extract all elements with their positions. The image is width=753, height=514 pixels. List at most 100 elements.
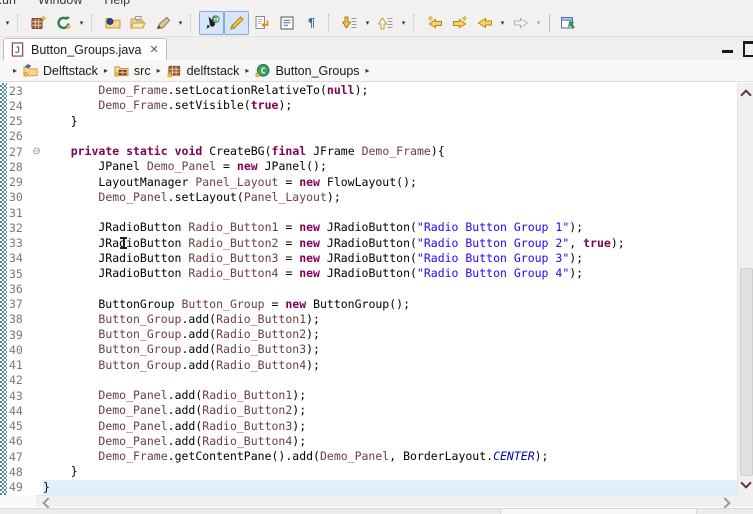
toggle-mark-occurrences-button[interactable]: [224, 11, 249, 35]
toggle-block-selection-button[interactable]: [199, 11, 224, 35]
minimize-view-icon[interactable]: [722, 41, 733, 53]
quick-diff-strip: [0, 83, 7, 495]
code-line[interactable]: Demo_Frame.getContentPane().add(Demo_Pan…: [43, 449, 737, 464]
breadcrumb-arrow-icon[interactable]: ▸: [245, 66, 249, 75]
code-row: 41 Button_Group.add(Radio_Button4);: [7, 358, 737, 373]
code-row: 25 }: [7, 114, 737, 129]
menu-window[interactable]: Window: [38, 0, 82, 7]
code-line[interactable]: Button_Group.add(Radio_Button3);: [43, 342, 737, 357]
code-line[interactable]: private static void CreateBG(final JFram…: [43, 144, 737, 159]
code-line[interactable]: JRadioButton Radio_Button3 = new JRadioB…: [43, 251, 737, 266]
last-edit-location-button[interactable]: [249, 11, 274, 35]
breadcrumb: ▸ Delftstack ▸ src ▸ delftstack ▸ C Button_Group…: [0, 60, 753, 82]
code-line[interactable]: JPanel Demo_Panel = new JPanel();: [43, 159, 737, 174]
code-line[interactable]: ButtonGroup Button_Group = new ButtonGro…: [43, 297, 737, 312]
code-row: 36: [7, 281, 737, 296]
toolbar-separator: [328, 14, 334, 32]
line-number: 33: [9, 236, 23, 251]
close-icon[interactable]: ✕: [150, 43, 159, 56]
code-line[interactable]: Demo_Panel.add(Radio_Button1);: [43, 388, 737, 403]
code-line[interactable]: }: [43, 464, 737, 479]
overflow-dropdown-icon[interactable]: ▾: [2, 12, 13, 34]
code-line[interactable]: JRadioButton Radio_Button1 = new JRadioB…: [43, 220, 737, 235]
code-row: 30 Demo_Panel.setLayout(Panel_Layout);: [7, 190, 737, 205]
code-line[interactable]: Demo_Frame.setLocationRelativeTo(null);: [43, 83, 737, 98]
line-number: 45: [9, 419, 23, 434]
previous-edit-location-button[interactable]: [422, 11, 447, 35]
status-segment: [697, 509, 753, 514]
code-line[interactable]: [43, 373, 737, 388]
menu-run[interactable]: Run: [0, 0, 16, 7]
code-line[interactable]: Button_Group.add(Radio_Button4);: [43, 358, 737, 373]
menu-help[interactable]: Help: [104, 0, 130, 7]
editor-tab-bar: J Button_Groups.java ✕: [0, 37, 753, 60]
line-number: 38: [9, 312, 23, 327]
breadcrumb-class[interactable]: C Button_Groups: [255, 63, 360, 78]
code-line[interactable]: Button_Group.add(Radio_Button1);: [43, 312, 737, 327]
code-row: 49}: [7, 479, 737, 495]
code-line[interactable]: Demo_Panel.add(Radio_Button4);: [43, 434, 737, 449]
scroll-right-icon[interactable]: [719, 497, 731, 509]
code-line[interactable]: [43, 129, 737, 144]
next-annotation-button[interactable]: [337, 11, 362, 35]
code-row: 42: [7, 373, 737, 388]
code-line[interactable]: [43, 281, 737, 296]
breadcrumb-label: delftstack: [186, 63, 240, 78]
next-annotation-dropdown-icon[interactable]: ▾: [362, 12, 373, 34]
pin-editor-button[interactable]: [555, 11, 580, 35]
code-row: 48 }: [7, 464, 737, 479]
new-java-package-button[interactable]: [26, 11, 51, 35]
breadcrumb-arrow-icon[interactable]: ▸: [13, 66, 17, 75]
breadcrumb-arrow-icon[interactable]: ▸: [366, 66, 370, 75]
open-file-button[interactable]: [125, 11, 150, 35]
java-file-icon: J: [10, 42, 25, 57]
code-line[interactable]: [43, 205, 737, 220]
vertical-scrollbar[interactable]: [737, 83, 753, 495]
scroll-left-icon[interactable]: [42, 497, 54, 509]
fold-collapse-icon[interactable]: ⊖: [30, 146, 43, 157]
forward-dropdown-icon[interactable]: ▾: [533, 12, 544, 34]
code-line[interactable]: Demo_Panel.setLayout(Panel_Layout);: [43, 190, 737, 205]
code-line[interactable]: Button_Group.add(Radio_Button2);: [43, 327, 737, 342]
tab-button-groups-java[interactable]: J Button_Groups.java ✕: [3, 38, 167, 60]
new-wizard-button[interactable]: [51, 11, 76, 35]
new-wizard-dropdown-icon[interactable]: ▾: [76, 12, 87, 34]
code-line[interactable]: }: [43, 479, 737, 495]
vertical-scrollbar-thumb[interactable]: [740, 268, 753, 477]
previous-annotation-button[interactable]: [373, 11, 398, 35]
line-number: 31: [9, 205, 23, 220]
tab-title: Button_Groups.java: [31, 42, 142, 57]
open-type-button[interactable]: [100, 11, 125, 35]
show-whitespace-button[interactable]: ¶: [299, 11, 324, 35]
back-button[interactable]: [472, 11, 497, 35]
code-line[interactable]: LayoutManager Panel_Layout = new FlowLay…: [43, 175, 737, 190]
mouse-ibeam-cursor: [120, 237, 127, 249]
horizontal-scrollbar[interactable]: [36, 495, 737, 509]
line-number: 30: [9, 190, 23, 205]
show-selected-element-button[interactable]: [274, 11, 299, 35]
annotation-pen-button[interactable]: [150, 11, 175, 35]
breadcrumb-arrow-icon[interactable]: ▸: [104, 66, 108, 75]
code-line[interactable]: Demo_Frame.setVisible(true);: [43, 98, 737, 113]
code-line[interactable]: JRadioButton Radio_Button4 = new JRadioB…: [43, 266, 737, 281]
breadcrumb-arrow-icon[interactable]: ▸: [157, 66, 161, 75]
breadcrumb-src-folder[interactable]: src: [114, 63, 151, 78]
breadcrumb-project[interactable]: Delftstack: [23, 63, 98, 78]
previous-annotation-dropdown-icon[interactable]: ▾: [398, 12, 409, 34]
annotation-pen-dropdown-icon[interactable]: ▾: [175, 12, 186, 34]
forward-button[interactable]: [508, 11, 533, 35]
maximize-view-icon[interactable]: [743, 41, 753, 57]
next-edit-location-button[interactable]: [447, 11, 472, 35]
line-number: 34: [9, 251, 23, 266]
line-number: 35: [9, 266, 23, 281]
code-line[interactable]: Demo_Panel.add(Radio_Button3);: [43, 419, 737, 434]
code-line[interactable]: JRadioButton Radio_Button2 = new JRadioB…: [43, 236, 737, 251]
back-dropdown-icon[interactable]: ▾: [497, 12, 508, 34]
scroll-down-icon[interactable]: [740, 477, 752, 489]
toolbar-separator: [549, 14, 550, 32]
code-editor[interactable]: 23 Demo_Frame.setLocationRelativeTo(null…: [0, 83, 753, 495]
breadcrumb-package[interactable]: delftstack: [167, 63, 240, 78]
code-line[interactable]: }: [43, 114, 737, 129]
scroll-up-icon[interactable]: [740, 89, 752, 101]
code-line[interactable]: Demo_Panel.add(Radio_Button2);: [43, 403, 737, 418]
